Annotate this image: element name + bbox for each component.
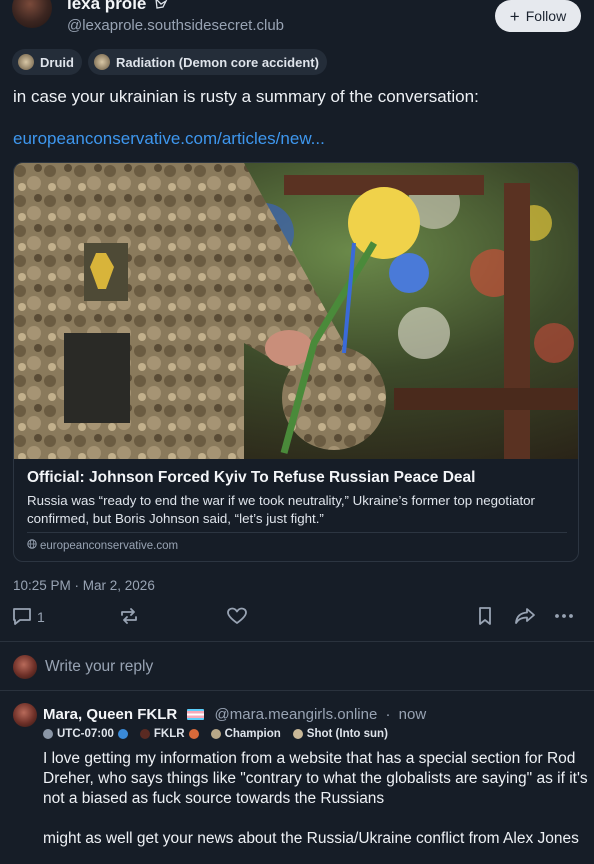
card-thumbnail-image (14, 163, 578, 459)
shot-icon (292, 729, 303, 739)
author-avatar[interactable] (12, 0, 52, 28)
fklr-icon (139, 729, 150, 739)
reply-time[interactable]: now (399, 706, 427, 723)
globe-icon (117, 729, 128, 739)
post-text: in case your ukrainian is rusty a summar… (13, 87, 479, 106)
author-handle[interactable]: @lexaprole.southsidesecret.club (67, 17, 284, 34)
bird-icon (154, 0, 168, 15)
badge-label: UTC-07:00 (57, 728, 114, 740)
badge-shot[interactable]: Shot (Into sun) (292, 728, 388, 740)
card-title: Official: Johnson Forced Kyiv To Refuse … (27, 469, 476, 486)
post-link[interactable]: europeanconservative.com/articles/new... (13, 129, 325, 149)
card-domain: europeanconservative.com (27, 539, 178, 552)
card-description: Russia was “ready to end the war if we t… (27, 493, 535, 526)
repost-icon (118, 605, 140, 630)
badge-radiation[interactable]: Radiation (Demon core accident) (87, 49, 327, 75)
badge-timezone[interactable]: UTC-07:00 (43, 728, 128, 740)
reply-button[interactable]: 1 (11, 604, 45, 630)
clock-icon (43, 729, 53, 739)
reply-count: 1 (37, 609, 45, 625)
divider (0, 641, 594, 642)
globe-icon (27, 539, 37, 552)
follow-button[interactable]: + Follow (495, 0, 581, 32)
reply-author-avatar[interactable] (13, 703, 37, 727)
share-icon (513, 605, 537, 630)
badge-label: Shot (Into sun) (306, 728, 388, 740)
feather-icon (188, 729, 199, 739)
trans-flag-icon (187, 708, 205, 720)
badge-label: Druid (40, 54, 74, 70)
druid-emblem-icon (18, 54, 34, 70)
reply-badges: UTC-07:00 FKLR Champion Shot (Into sun) (43, 728, 388, 740)
plus-icon: + (509, 6, 520, 26)
divider (0, 690, 594, 691)
comment-icon (11, 605, 33, 630)
reply-input[interactable]: Write your reply (45, 658, 153, 676)
post-timestamp[interactable]: 10:25 PM · Mar 2, 2026 (13, 578, 155, 593)
card-body: Official: Johnson Forced Kyiv To Refuse … (27, 469, 567, 528)
author-name-text: lexa prole (67, 0, 147, 13)
bookmark-icon (474, 605, 496, 630)
link-card[interactable]: Official: Johnson Forced Kyiv To Refuse … (13, 162, 579, 562)
like-button[interactable] (226, 604, 248, 630)
reply-text: I love getting my information from a web… (43, 750, 588, 847)
repost-button[interactable] (118, 604, 140, 630)
radiation-emblem-icon (93, 54, 110, 70)
badge-label: FKLR (153, 728, 185, 740)
badge-label: Champion (224, 728, 281, 740)
reply-author-handle[interactable]: @mara.meangirls.online (215, 706, 378, 723)
badge-champion[interactable]: Champion (210, 728, 281, 740)
more-options-button[interactable] (553, 604, 575, 630)
share-button[interactable] (513, 604, 537, 630)
champion-icon (210, 729, 221, 739)
reply-author-name[interactable]: Mara, Queen FKLR (43, 706, 177, 723)
follow-label: Follow (525, 8, 567, 24)
separator-dot: · (385, 706, 391, 723)
badge-label: Radiation (Demon core accident) (115, 54, 319, 70)
user-avatar (13, 655, 37, 679)
author-display-name[interactable]: lexa prole (67, 0, 168, 15)
heart-icon (226, 605, 248, 630)
reply-author-line: Mara, Queen FKLR @mara.meangirls.online … (43, 706, 426, 723)
bookmark-button[interactable] (474, 604, 496, 630)
card-domain-text: europeanconservative.com (40, 539, 179, 552)
ellipsis-icon (553, 605, 575, 630)
card-divider (27, 532, 567, 533)
badge-fklr[interactable]: FKLR (139, 728, 199, 740)
badge-druid[interactable]: Druid (12, 49, 82, 75)
author-badges: Druid Radiation (Demon core accident) (12, 49, 327, 75)
